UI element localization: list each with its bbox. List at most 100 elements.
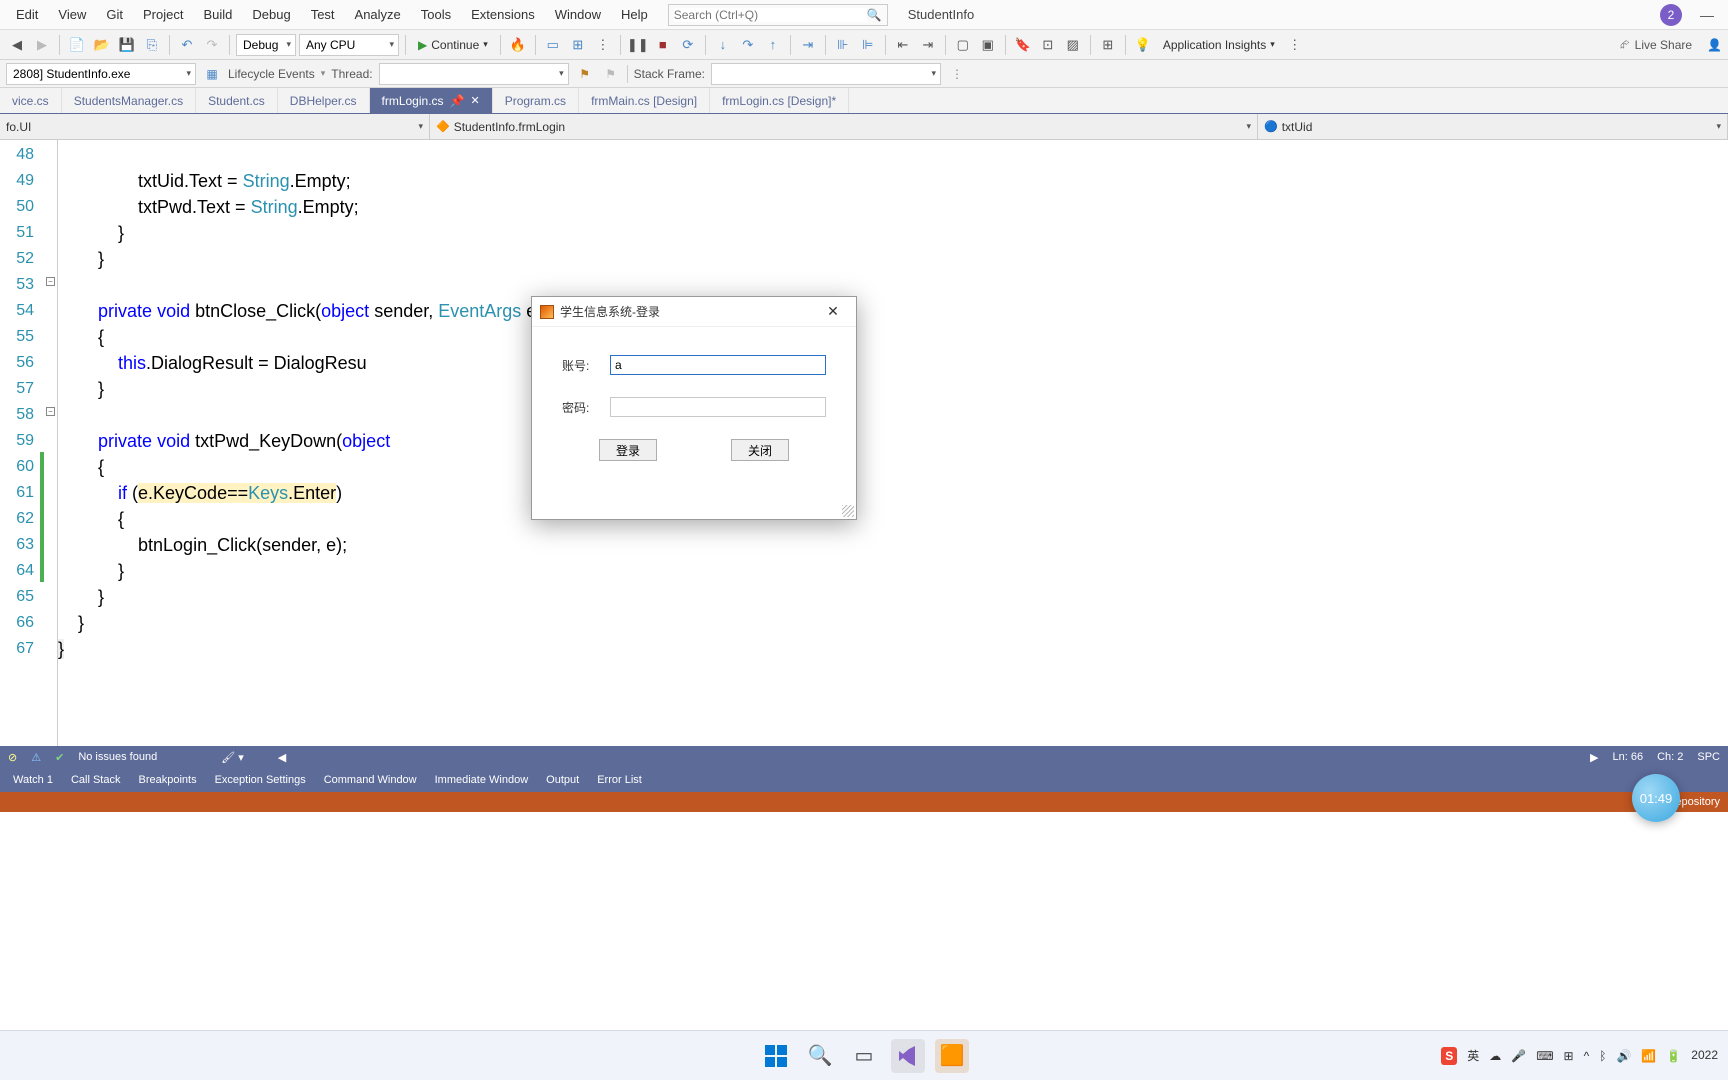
menu-debug[interactable]: Debug <box>242 3 300 26</box>
tray-grid-icon[interactable]: ⊞ <box>1564 1049 1574 1063</box>
thread-btn-1[interactable]: ⚑ <box>575 64 595 84</box>
menu-git[interactable]: Git <box>96 3 133 26</box>
panel-immediate[interactable]: Immediate Window <box>426 771 538 789</box>
fold-toggle[interactable]: − <box>46 407 55 416</box>
floating-clock-widget[interactable]: 01:49 <box>1632 774 1680 822</box>
dialog-titlebar[interactable]: 学生信息系统-登录 ✕ <box>532 297 856 327</box>
tab-student[interactable]: Student.cs <box>196 88 278 113</box>
live-share-button[interactable]: ⮳ Live Share 👤 <box>1620 37 1722 52</box>
panel-errorlist[interactable]: Error List <box>588 771 651 789</box>
redo-button[interactable]: ↷ <box>201 34 223 56</box>
bookmark-button[interactable]: 🔖 <box>1012 34 1034 56</box>
taskbar-vs[interactable] <box>891 1039 925 1073</box>
platform-combo[interactable]: Any CPU <box>299 34 399 56</box>
outdent-button[interactable]: ⇤ <box>892 34 914 56</box>
tray-battery-icon[interactable]: 🔋 <box>1666 1049 1681 1063</box>
stop-button[interactable]: ■ <box>652 34 674 56</box>
tb-icon-8[interactable]: ▨ <box>1062 34 1084 56</box>
taskbar-search[interactable]: 🔍 <box>803 1039 837 1073</box>
menu-window[interactable]: Window <box>545 3 611 26</box>
tb-icon-7[interactable]: ⊡ <box>1037 34 1059 56</box>
minimize-button[interactable]: — <box>1692 7 1722 23</box>
tray-sogou-icon[interactable]: S <box>1441 1047 1457 1065</box>
tab-frmlogin-design[interactable]: frmLogin.cs [Design]* <box>710 88 849 113</box>
tray-cloud-icon[interactable]: ☁ <box>1489 1049 1501 1063</box>
scroll-left[interactable]: ◀ <box>278 751 286 764</box>
menu-tools[interactable]: Tools <box>411 3 461 26</box>
new-item-button[interactable]: 📄 <box>66 34 88 56</box>
save-all-button[interactable]: ⎘ <box>141 34 163 56</box>
tb-icon-4[interactable]: ⇥ <box>797 34 819 56</box>
password-input[interactable] <box>610 397 826 417</box>
config-combo[interactable]: Debug <box>236 34 296 56</box>
tb-icon-2[interactable]: ⊞ <box>567 34 589 56</box>
stack-combo[interactable] <box>711 63 941 85</box>
comment-button[interactable]: ▢ <box>952 34 974 56</box>
thread-combo[interactable] <box>379 63 569 85</box>
dialog-close-button[interactable]: ✕ <box>818 303 848 320</box>
global-search-input[interactable] <box>674 8 867 22</box>
menu-edit[interactable]: Edit <box>6 3 48 26</box>
tab-frmmain-design[interactable]: frmMain.cs [Design] <box>579 88 710 113</box>
forward-button[interactable]: ▶ <box>31 34 53 56</box>
process-combo[interactable]: 2808] StudentInfo.exe <box>6 63 196 85</box>
menu-test[interactable]: Test <box>301 3 345 26</box>
tray-keyboard-icon[interactable]: ⌨ <box>1536 1049 1553 1063</box>
cancel-button[interactable]: 关闭 <box>731 439 789 461</box>
tray-mic-icon[interactable]: 🎤 <box>1511 1049 1526 1063</box>
toolbar2-overflow[interactable]: ⋮ <box>947 64 967 84</box>
save-button[interactable]: 💾 <box>116 34 138 56</box>
start-button[interactable] <box>759 1039 793 1073</box>
menu-help[interactable]: Help <box>611 3 658 26</box>
brush-icon[interactable]: 🖌 ▾ <box>221 751 244 764</box>
menu-build[interactable]: Build <box>193 3 242 26</box>
menu-project[interactable]: Project <box>133 3 193 26</box>
panel-watch[interactable]: Watch 1 <box>4 771 62 789</box>
tb-icon-5[interactable]: ⊪ <box>832 34 854 56</box>
user-badge[interactable]: 2 <box>1660 4 1682 26</box>
tb-icon-6[interactable]: ⊫ <box>857 34 879 56</box>
tab-frmlogin[interactable]: frmLogin.cs📌✕ <box>370 88 493 113</box>
app-insights-button[interactable]: Application Insights▾ <box>1157 34 1281 56</box>
error-icon[interactable]: ⊘ <box>8 751 17 764</box>
code-editor[interactable]: 48495051 52535455 56575859 60616263 6465… <box>0 140 1728 746</box>
class-combo[interactable]: 🔶StudentInfo.frmLogin <box>430 114 1258 139</box>
ime-indicator[interactable]: 英 <box>1467 1047 1479 1064</box>
account-input[interactable] <box>610 355 826 375</box>
tb-icon-9[interactable]: ⊞ <box>1097 34 1119 56</box>
tab-dbhelper[interactable]: DBHelper.cs <box>278 88 370 113</box>
taskbar-app[interactable]: 🟧 <box>935 1039 969 1073</box>
member-combo[interactable]: 🔵txtUid <box>1258 114 1728 139</box>
menu-extensions[interactable]: Extensions <box>461 3 545 26</box>
fold-column[interactable]: − − <box>44 140 58 746</box>
menu-analyze[interactable]: Analyze <box>345 3 411 26</box>
hot-reload-button[interactable]: 🔥 <box>507 34 529 56</box>
scroll-right[interactable]: ▶ <box>1590 751 1598 764</box>
tray-volume-icon[interactable]: 🔊 <box>1616 1049 1631 1063</box>
pause-button[interactable]: ❚❚ <box>627 34 649 56</box>
tb-overflow[interactable]: ⋮ <box>1284 34 1306 56</box>
global-search[interactable]: 🔍 <box>668 4 888 26</box>
panel-exceptions[interactable]: Exception Settings <box>206 771 315 789</box>
open-button[interactable]: 📂 <box>91 34 113 56</box>
lifecycle-icon[interactable]: ▦ <box>202 64 222 84</box>
tb-icon-3[interactable]: ⋮ <box>592 34 614 56</box>
tray-year[interactable]: 2022 <box>1691 1049 1718 1062</box>
undo-button[interactable]: ↶ <box>176 34 198 56</box>
continue-button[interactable]: ▶Continue▾ <box>412 34 494 56</box>
close-icon[interactable]: ✕ <box>470 94 479 107</box>
tb-icon-1[interactable]: ▭ <box>542 34 564 56</box>
tab-studentsmanager[interactable]: StudentsManager.cs <box>62 88 196 113</box>
login-button[interactable]: 登录 <box>599 439 657 461</box>
warn-icon[interactable]: ⚠ <box>31 751 41 764</box>
menu-view[interactable]: View <box>48 3 96 26</box>
uncomment-button[interactable]: ▣ <box>977 34 999 56</box>
tray-wifi-icon[interactable]: 📶 <box>1641 1049 1656 1063</box>
panel-output[interactable]: Output <box>537 771 588 789</box>
tray-bluetooth-icon[interactable]: ᛒ <box>1599 1049 1606 1063</box>
panel-callstack[interactable]: Call Stack <box>62 771 130 789</box>
step-out-button[interactable]: ↑ <box>762 34 784 56</box>
taskbar-taskview[interactable]: ▭ <box>847 1039 881 1073</box>
tab-program[interactable]: Program.cs <box>493 88 579 113</box>
tab-vice[interactable]: vice.cs <box>0 88 62 113</box>
